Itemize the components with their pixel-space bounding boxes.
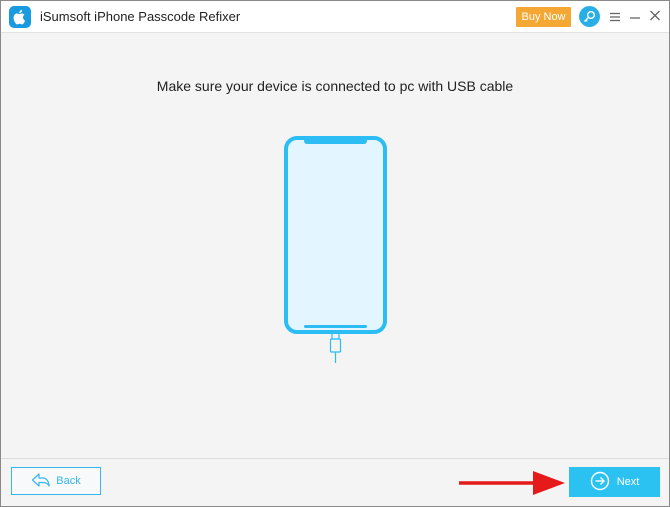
- circle-arrow-right-icon: [590, 471, 610, 494]
- app-title: iSumsoft iPhone Passcode Refixer: [40, 9, 241, 24]
- menu-icon[interactable]: [609, 10, 621, 22]
- buy-now-button[interactable]: Buy Now: [516, 7, 571, 27]
- title-bar: iSumsoft iPhone Passcode Refixer Buy Now: [1, 1, 669, 33]
- red-arrow-icon: [457, 467, 567, 497]
- phone-usb-icon: [273, 131, 398, 371]
- apple-icon: [9, 6, 31, 28]
- instruction-text: Make sure your device is connected to pc…: [156, 78, 514, 94]
- back-button-label: Back: [56, 475, 81, 487]
- next-button-label: Next: [616, 476, 640, 488]
- next-button[interactable]: Next: [569, 467, 660, 497]
- back-button[interactable]: Back: [11, 467, 101, 495]
- footer-divider: [1, 458, 669, 459]
- key-search-icon[interactable]: [579, 6, 600, 27]
- minimize-icon[interactable]: [629, 10, 641, 22]
- back-arrow-icon: [31, 472, 50, 490]
- close-icon[interactable]: [649, 9, 661, 22]
- app-window: iSumsoft iPhone Passcode Refixer Buy Now: [0, 0, 670, 507]
